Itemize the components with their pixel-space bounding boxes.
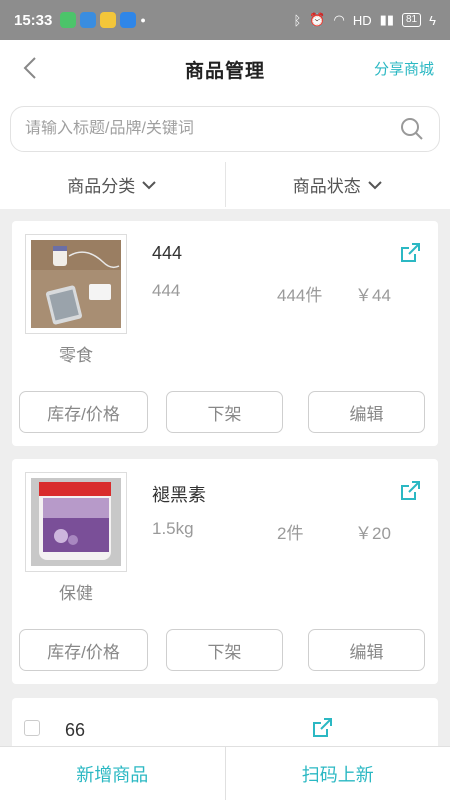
alarm-icon: ⏰	[309, 12, 326, 27]
product-name: 褪黑素	[152, 485, 206, 505]
product-photo	[31, 240, 121, 328]
alipay-app-icon	[120, 12, 137, 28]
wechat-app-icon	[60, 12, 77, 28]
status-filter-label: 商品状态	[292, 177, 361, 196]
search-input[interactable]	[25, 120, 399, 138]
product-name: 444	[152, 243, 183, 263]
product-photo	[31, 478, 121, 566]
stock-price-button[interactable]: 库存/价格	[19, 391, 148, 433]
status-time: 15:33	[14, 11, 53, 29]
chevron-left-icon	[23, 57, 36, 79]
message-app-icon	[80, 12, 97, 28]
chevron-down-icon	[368, 180, 382, 189]
back-button[interactable]	[16, 54, 44, 82]
mail-app-icon	[100, 12, 117, 28]
product-spec: 1.5kg	[152, 519, 194, 538]
search-box	[10, 106, 440, 152]
edit-button[interactable]: 编辑	[308, 629, 425, 671]
product-stock: 444件	[277, 286, 323, 305]
charging-icon: ϟ	[429, 12, 436, 28]
chevron-down-icon	[142, 180, 156, 189]
notification-dot-icon: ●	[140, 15, 146, 25]
share-icon[interactable]	[398, 479, 422, 503]
product-card: 零食 444 444 444件 ￥44 库存/价格 下架 编辑	[12, 221, 438, 446]
page-title: 商品管理	[184, 60, 265, 82]
unlist-button[interactable]: 下架	[166, 629, 283, 671]
scan-add-button[interactable]: 扫码上新	[225, 747, 450, 800]
product-category: 保健	[59, 584, 93, 603]
signal-icon: ▮▮	[379, 12, 394, 27]
bottom-action-bar: 新增商品 扫码上新	[0, 746, 450, 800]
title-bar: 商品管理 分享商城	[0, 40, 450, 98]
bluetooth-icon: ᛒ	[293, 12, 302, 28]
share-icon[interactable]	[310, 716, 334, 740]
select-checkbox[interactable]	[24, 720, 40, 736]
product-price: ￥44	[355, 286, 391, 305]
product-stock: 2件	[277, 524, 304, 543]
network-label: HD	[352, 12, 372, 28]
category-filter-label: 商品分类	[67, 177, 136, 196]
product-image[interactable]	[25, 234, 127, 334]
status-filter[interactable]: 商品状态	[226, 160, 450, 209]
battery-icon: 81	[401, 13, 422, 27]
product-price: ￥20	[355, 524, 391, 543]
product-image[interactable]	[25, 472, 127, 572]
product-card: 保健 褪黑素 1.5kg 2件 ￥20 库存/价格 下架 编辑	[12, 459, 438, 684]
product-spec: 444	[152, 281, 181, 300]
stock-price-button[interactable]: 库存/价格	[19, 629, 148, 671]
share-mall-link[interactable]: 分享商城	[374, 58, 434, 79]
product-name: 66	[65, 720, 86, 740]
status-bar: 15:33 ● ᛒ ⏰ ◠ HD ▮▮ 81 ϟ	[0, 0, 450, 40]
wifi-icon: ◠	[333, 12, 345, 27]
search-icon[interactable]	[399, 116, 425, 142]
add-product-button[interactable]: 新增商品	[0, 747, 226, 800]
unlist-button[interactable]: 下架	[166, 391, 283, 433]
filter-bar: 商品分类 商品状态	[0, 160, 450, 210]
product-category: 零食	[59, 346, 93, 365]
category-filter[interactable]: 商品分类	[0, 160, 225, 209]
share-icon[interactable]	[398, 241, 422, 265]
edit-button[interactable]: 编辑	[308, 391, 425, 433]
search-section	[0, 98, 450, 160]
